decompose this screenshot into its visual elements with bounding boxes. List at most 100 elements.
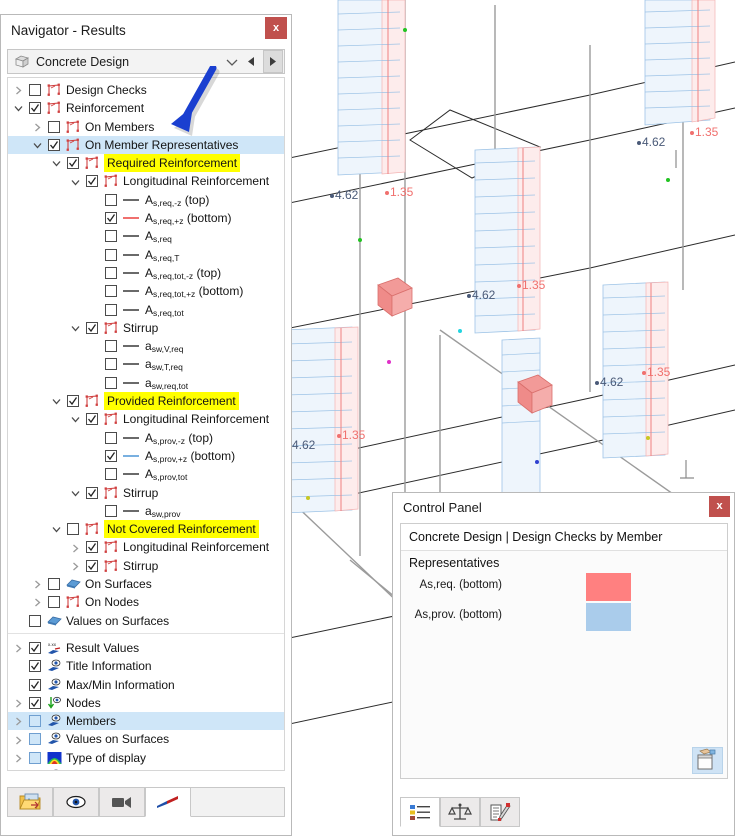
tree-checkbox[interactable] — [29, 769, 41, 770]
control-panel-window[interactable]: Control Panel x Concrete Design | Design… — [392, 492, 735, 836]
tree-checkbox[interactable] — [86, 175, 98, 188]
tree-item-max-min-information[interactable]: Max/Min Information — [8, 676, 284, 694]
tree-checkbox[interactable] — [29, 715, 41, 728]
tree-item-result-sections[interactable]: Result Sections — [8, 767, 284, 770]
tree-item-design-checks[interactable]: Design Checks — [8, 81, 284, 99]
tree-item-as-prov-plus-z-bottom[interactable]: As,prov,+z (bottom) — [8, 447, 284, 465]
tree-item-as-req-tot[interactable]: As,req,tot — [8, 301, 284, 319]
tree-checkbox[interactable] — [105, 285, 117, 298]
chevron-down-icon[interactable] — [70, 484, 81, 502]
tree-item-on-nodes[interactable]: On Nodes — [8, 593, 284, 611]
tree-item-provided-reinforcement[interactable]: Provided Reinforcement — [8, 392, 284, 411]
tree-checkbox[interactable] — [105, 303, 117, 316]
tree-checkbox[interactable] — [67, 523, 79, 536]
tree-item-asw-prov[interactable]: asw,prov — [8, 502, 284, 520]
tree-item-nc-longitudinal[interactable]: Longitudinal Reinforcement — [8, 538, 284, 556]
navigator-results-window[interactable]: Navigator - Results x Concrete Design De… — [0, 14, 292, 836]
legend-color-swatch[interactable] — [586, 573, 631, 601]
tree-checkbox[interactable] — [105, 266, 117, 279]
tree-checkbox[interactable] — [105, 504, 117, 517]
tree-item-as-req-t[interactable]: As,req,T — [8, 246, 284, 264]
chevron-down-icon[interactable] — [224, 54, 240, 70]
tree-item-asw-v-req[interactable]: asw,V,req — [8, 337, 284, 355]
tree-item-on-member-representatives[interactable]: On Member Representatives — [8, 135, 284, 155]
tree-item-reinforcement[interactable]: Reinforcement — [8, 99, 284, 117]
tree-checkbox[interactable] — [29, 660, 41, 673]
tree-item-req-longitudinal[interactable]: Longitudinal Reinforcement — [8, 172, 284, 190]
tree-item-as-req-minus-z-top[interactable]: As,req,-z (top) — [8, 191, 284, 209]
tree-checkbox[interactable] — [86, 541, 98, 554]
copy-to-clipboard-icon[interactable] — [692, 747, 723, 774]
tree-checkbox[interactable] — [86, 559, 98, 572]
chevron-right-icon[interactable] — [32, 118, 43, 136]
chevron-right-icon[interactable] — [32, 575, 43, 593]
tree-item-nodes[interactable]: Nodes — [8, 694, 284, 712]
tree-checkbox[interactable] — [86, 321, 98, 334]
results-tree[interactable]: Design Checks Reinforcement On Members On M… — [7, 77, 285, 771]
navigator-titlebar[interactable]: Navigator - Results x — [1, 15, 291, 47]
navigator-tab-results-tab[interactable] — [145, 787, 191, 817]
triangle-right-icon[interactable] — [263, 50, 283, 73]
chevron-right-icon[interactable] — [13, 712, 24, 730]
tree-item-req-stirrup[interactable]: Stirrup — [8, 319, 284, 337]
tree-item-on-members[interactable]: On Members — [8, 118, 284, 136]
close-icon[interactable]: x — [265, 17, 287, 39]
navigator-tab-views-tab[interactable] — [99, 787, 145, 817]
control-panel-tab-factors-tab[interactable] — [440, 797, 480, 827]
chevron-down-icon[interactable] — [70, 172, 81, 190]
chevron-down-icon[interactable] — [70, 410, 81, 428]
chevron-down-icon[interactable] — [51, 520, 62, 538]
chevron-right-icon[interactable] — [70, 557, 81, 575]
legend-color-swatch[interactable] — [586, 603, 631, 631]
chevron-right-icon[interactable] — [13, 639, 24, 657]
tree-checkbox[interactable] — [29, 641, 41, 654]
chevron-down-icon[interactable] — [32, 136, 43, 154]
tree-item-required-reinforcement[interactable]: Required Reinforcement — [8, 154, 284, 173]
chevron-right-icon[interactable] — [13, 81, 24, 99]
tree-item-result-values[interactable]: x.xx Result Values — [8, 639, 284, 657]
tree-checkbox[interactable] — [29, 614, 41, 627]
tree-checkbox[interactable] — [86, 413, 98, 426]
tree-item-asw-req-tot[interactable]: asw,req,tot — [8, 374, 284, 392]
tree-checkbox[interactable] — [105, 358, 117, 371]
tree-item-prov-longitudinal[interactable]: Longitudinal Reinforcement — [8, 410, 284, 428]
tree-checkbox[interactable] — [105, 340, 117, 353]
tree-item-values-on-surfaces-2[interactable]: Values on Surfaces — [8, 730, 284, 748]
control-panel-tab-display-properties-tab[interactable] — [480, 797, 520, 827]
tree-checkbox[interactable] — [105, 449, 117, 462]
tree-checkbox[interactable] — [105, 193, 117, 206]
tree-item-not-covered-reinforcement[interactable]: Not Covered Reinforcement — [8, 520, 284, 539]
chevron-right-icon[interactable] — [13, 767, 24, 770]
chevron-right-icon[interactable] — [32, 593, 43, 611]
tree-checkbox[interactable] — [29, 696, 41, 709]
tree-checkbox[interactable] — [67, 157, 79, 170]
chevron-down-icon[interactable] — [51, 154, 62, 172]
tree-checkbox[interactable] — [105, 376, 117, 389]
tree-item-values-on-surfaces[interactable]: Values on Surfaces — [8, 612, 284, 630]
chevron-down-icon[interactable] — [51, 392, 62, 410]
tree-checkbox[interactable] — [105, 212, 117, 225]
tree-checkbox[interactable] — [67, 395, 79, 408]
tree-checkbox[interactable] — [48, 138, 60, 151]
tree-item-title-information[interactable]: Title Information — [8, 657, 284, 675]
tree-item-prov-stirrup[interactable]: Stirrup — [8, 484, 284, 502]
chevron-right-icon[interactable] — [13, 730, 24, 748]
tree-checkbox[interactable] — [48, 578, 60, 591]
tree-item-as-prov-minus-z-top[interactable]: As,prov,-z (top) — [8, 429, 284, 447]
tree-checkbox[interactable] — [29, 733, 41, 746]
chevron-down-icon[interactable] — [13, 99, 24, 117]
tree-item-as-req-plus-z-bottom[interactable]: As,req,+z (bottom) — [8, 209, 284, 227]
tree-checkbox[interactable] — [105, 248, 117, 261]
tree-checkbox[interactable] — [105, 431, 117, 444]
tree-item-nc-stirrup[interactable]: Stirrup — [8, 557, 284, 575]
tree-checkbox[interactable] — [105, 230, 117, 243]
chevron-right-icon[interactable] — [13, 749, 24, 767]
tree-checkbox[interactable] — [29, 102, 41, 115]
navigator-tabbar[interactable] — [7, 777, 285, 829]
triangle-left-icon[interactable] — [242, 50, 262, 73]
tree-item-asw-t-req[interactable]: asw,T,req — [8, 355, 284, 373]
close-icon[interactable]: x — [709, 496, 730, 517]
tree-item-on-surfaces[interactable]: On Surfaces — [8, 575, 284, 593]
chevron-right-icon[interactable] — [70, 538, 81, 556]
tree-checkbox[interactable] — [29, 84, 41, 96]
